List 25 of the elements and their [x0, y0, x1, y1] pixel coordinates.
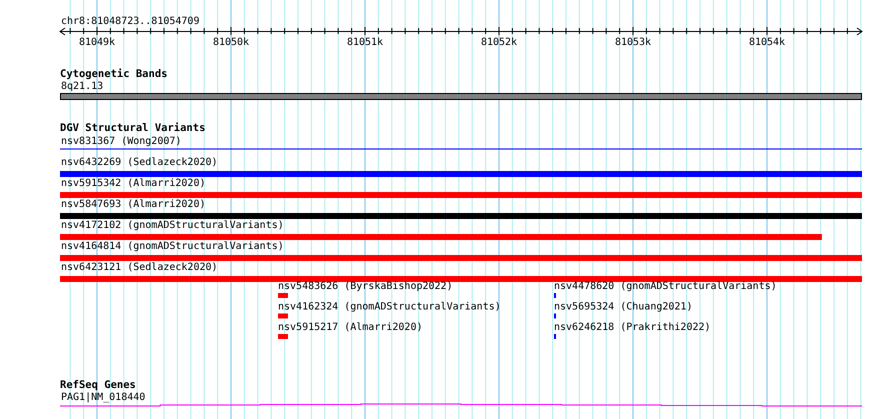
variant-label: nsv4172102 (gnomADStructuralVariants) [61, 220, 284, 231]
variant-label: nsv6246218 (Prakrithi2022) [554, 322, 711, 333]
ruler-tick-label: 81052k [480, 37, 518, 48]
ruler-tick-label: 81050k [212, 37, 250, 48]
ruler-tick-label: 81049k [78, 37, 116, 48]
ruler-tick-label: 81051k [346, 37, 384, 48]
ruler-tick-label: 81054k [748, 37, 786, 48]
variant-label: nsv6423121 (Sedlazeck2020) [61, 262, 218, 273]
gene-label: PAG1|NM_018440 [61, 392, 146, 403]
track-title: DGV Structural Variants [60, 122, 206, 134]
variant-label: nsv5695324 (Chuang2021) [554, 302, 692, 312]
track-title: RefSeq Genes [60, 379, 136, 391]
ruler-tick-label: 81053k [614, 37, 652, 48]
variant-label: nsv5483626 (ByrskaBishop2022) [278, 281, 453, 292]
variant-label: nsv5915217 (Almarri2020) [278, 322, 422, 333]
variant-label: nsv5847693 (Almarri2020) [61, 199, 206, 210]
variant-label: nsv6432269 (Sedlazeck2020) [61, 157, 218, 168]
variant-label: nsv4164814 (gnomADStructuralVariants) [61, 241, 284, 252]
variant-label: nsv831367 (Wong2007) [61, 136, 182, 147]
band-label: 8q21.13 [61, 81, 104, 92]
track-title: Cytogenetic Bands [60, 68, 168, 80]
variant-label: nsv4478620 (gnomADStructuralVariants) [554, 281, 777, 292]
coordinate-range: chr8:81048723..81054709 [61, 16, 200, 27]
variant-label: nsv4162324 (gnomADStructuralVariants) [278, 302, 501, 312]
variant-label: nsv5915342 (Almarri2020) [61, 178, 206, 189]
